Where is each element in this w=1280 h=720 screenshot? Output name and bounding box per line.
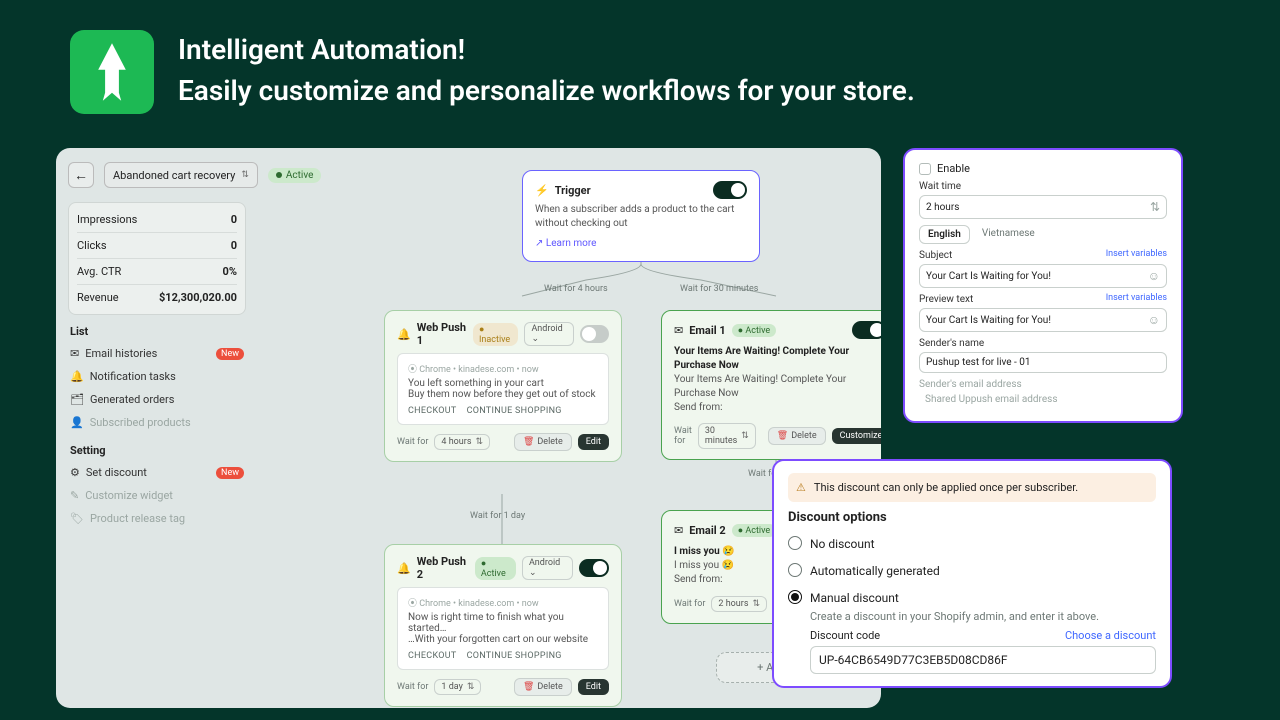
sidebar-item-subscribed-products[interactable]: 👤Subscribed products [68, 411, 246, 434]
radio-no-discount[interactable]: No discount [788, 529, 1156, 556]
wait-time-select[interactable]: 2 hours⇅ [919, 195, 1167, 219]
trigger-card: ⚡Trigger When a subscriber adds a produc… [522, 170, 760, 262]
edge-label: Wait for 30 minutes [680, 284, 758, 294]
app-logo [70, 30, 154, 114]
setting-heading: Setting [70, 444, 244, 457]
radio-auto-discount[interactable]: Automatically generated [788, 556, 1156, 583]
edit-button[interactable]: Edit [578, 679, 609, 695]
email1-card: ✉Email 1 ● Active Your Items Are Waiting… [661, 310, 881, 460]
wait-select[interactable]: 4 hours⇅ [434, 434, 490, 450]
learn-more-link[interactable]: ↗ Learn more [535, 238, 596, 249]
tab-english[interactable]: English [919, 225, 970, 244]
wait-select[interactable]: 30 minutes⇅ [698, 423, 756, 449]
workflow-app: ← Abandoned cart recovery ⇅ Active Impre… [56, 148, 881, 708]
insert-variables-link[interactable]: Insert variables [1106, 249, 1167, 259]
platform-select[interactable]: Android ⌄ [524, 322, 573, 346]
delete-button[interactable]: 🗑Delete [514, 433, 572, 451]
edit-button[interactable]: Edit [578, 434, 609, 450]
platform-select[interactable]: Android ⌄ [522, 556, 573, 580]
sidebar-item-generated-orders[interactable]: 🗂Generated orders [68, 388, 246, 411]
insert-variables-link[interactable]: Insert variables [1106, 293, 1167, 303]
discount-code-input[interactable]: UP-64CB6549D77C3EB5D08CD86F [810, 646, 1156, 674]
sidebar-item-notification-tasks[interactable]: 🔔Notification tasks [68, 365, 246, 388]
enable-checkbox[interactable] [919, 163, 931, 175]
email1-toggle[interactable] [852, 321, 881, 339]
wait-select[interactable]: 2 hours⇅ [711, 596, 767, 612]
tab-vietnamese[interactable]: Vietnamese [974, 225, 1043, 244]
webpush2-toggle[interactable] [579, 559, 609, 577]
sidebar-item-customize-widget[interactable]: ✎Customize widget [68, 484, 246, 507]
trigger-toggle[interactable] [713, 181, 747, 199]
subject-input[interactable]: Your Cart Is Waiting for You!☺ [919, 264, 1167, 288]
delete-button[interactable]: 🗑Delete [768, 427, 826, 445]
list-heading: List [70, 325, 244, 338]
edge-label: Wait for 4 hours [544, 284, 608, 294]
edge-label: Wait for 1 day [470, 511, 525, 521]
preview-text-input[interactable]: Your Cart Is Waiting for You!☺ [919, 308, 1167, 332]
email-form-panel: Enable Wait time 2 hours⇅ English Vietna… [903, 148, 1183, 423]
webpush2-card: 🔔Web Push 2 ● Active Android ⌄ ⦿ Chrome … [384, 544, 622, 707]
hero-subtitle: Easily customize and personalize workflo… [178, 71, 915, 112]
radio-manual-discount[interactable]: Manual discount [788, 583, 1156, 610]
preview-action: CHECKOUT [408, 406, 457, 416]
customize-button[interactable]: Customize [832, 428, 881, 444]
chevron-updown-icon: ⇅ [241, 170, 249, 180]
stats-panel: Impressions0 Clicks0 Avg. CTR0% Revenue$… [68, 202, 246, 315]
workflow-name: Abandoned cart recovery [113, 169, 235, 182]
workflow-selector[interactable]: Abandoned cart recovery ⇅ [104, 162, 258, 188]
warning-icon: ⚠ [796, 481, 806, 494]
sidebar-item-product-release-tag[interactable]: 🏷Product release tag [68, 507, 246, 530]
preview-action: CONTINUE SHOPPING [467, 406, 562, 416]
webpush1-toggle[interactable] [580, 325, 609, 343]
delete-button[interactable]: 🗑Delete [514, 678, 572, 696]
choose-discount-link[interactable]: Choose a discount [1065, 629, 1156, 642]
wait-select[interactable]: 1 day⇅ [434, 679, 481, 695]
sender-name-input[interactable]: Pushup test for live - 01 [919, 352, 1167, 373]
sidebar-item-email-histories[interactable]: ✉Email historiesNew [68, 342, 246, 365]
hero-title: Intelligent Automation! [178, 30, 915, 71]
webpush1-card: 🔔Web Push 1 ● Inactive Android ⌄ ⦿ Chrom… [384, 310, 622, 462]
discount-panel: ⚠This discount can only be applied once … [772, 459, 1172, 688]
back-button[interactable]: ← [68, 162, 94, 188]
sidebar-item-set-discount[interactable]: ⚙Set discountNew [68, 461, 246, 484]
